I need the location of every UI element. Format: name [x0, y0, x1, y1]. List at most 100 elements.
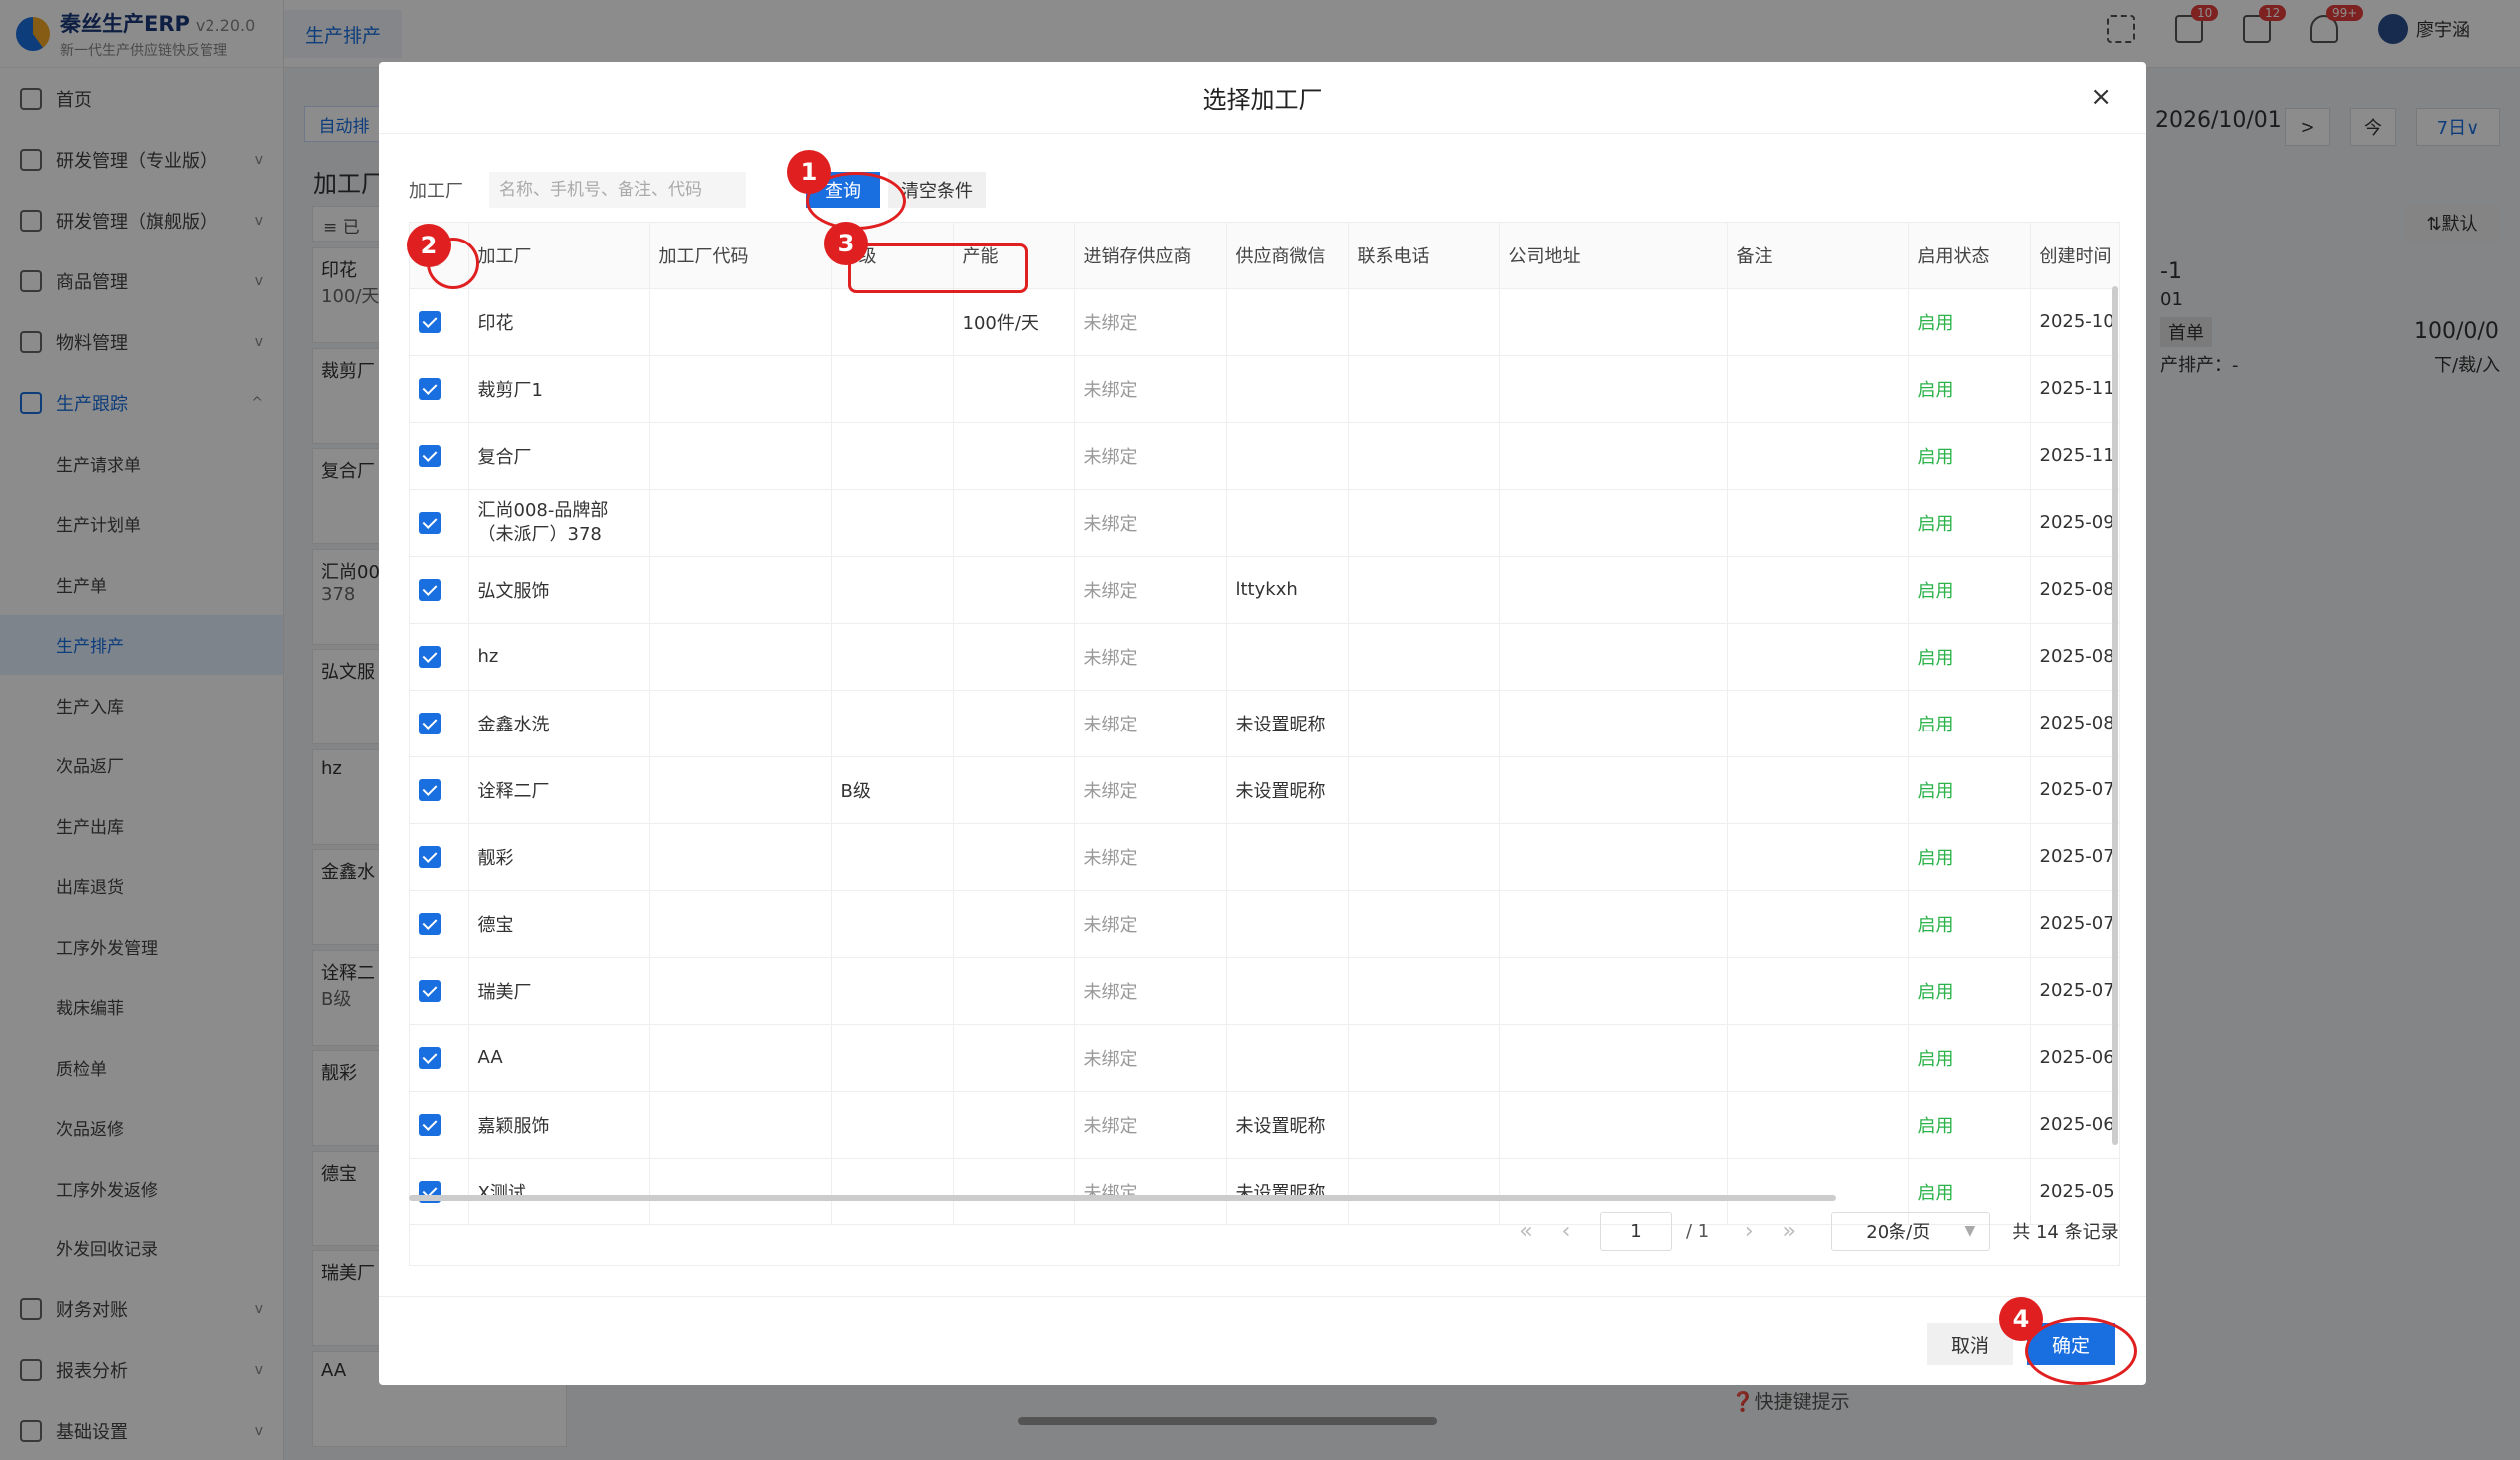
cell-name: 裁剪厂1 — [468, 355, 650, 423]
cell-created: 2025-09 — [2030, 489, 2119, 557]
row-checkbox-cell[interactable] — [410, 288, 469, 356]
factory-search-input[interactable] — [489, 172, 746, 208]
row-checkbox-cell[interactable] — [410, 623, 469, 691]
cell-level — [831, 1024, 954, 1092]
cell-note — [1727, 623, 1909, 691]
table-row[interactable]: 弘文服饰 未绑定 lttykxh 启用 2025-08 — [410, 556, 2119, 624]
table-row[interactable]: 印花 100件/天 未绑定 启用 2025-10 — [410, 288, 2119, 356]
factory-table: 加工厂加工厂代码等级产能进销存供应商供应商微信联系电话公司地址备注启用状态创建时… — [409, 222, 2120, 1266]
table-row[interactable]: 金鑫水洗 未绑定 未设置昵称 启用 2025-08 — [410, 690, 2119, 757]
cell-created: 2025-07 — [2030, 823, 2119, 891]
cell-level — [831, 690, 954, 757]
row-checkbox[interactable] — [419, 645, 441, 668]
cell-created: 2025-10 — [2030, 288, 2119, 356]
row-checkbox-cell[interactable] — [410, 690, 469, 757]
table-header: 加工厂加工厂代码等级产能进销存供应商供应商微信联系电话公司地址备注启用状态创建时… — [410, 223, 2119, 289]
table-row[interactable]: 诠释二厂 B级 未绑定 未设置昵称 启用 2025-07 — [410, 756, 2119, 824]
cell-code — [649, 957, 832, 1025]
cell-level — [831, 422, 954, 490]
cell-status: 启用 — [1908, 957, 2031, 1025]
cell-status: 启用 — [1908, 422, 2031, 490]
table-horizontal-scrollbar[interactable] — [409, 1195, 1836, 1201]
row-checkbox[interactable] — [419, 778, 441, 801]
table-row[interactable]: 瑞美厂 未绑定 启用 2025-07 — [410, 957, 2119, 1025]
cell-level — [831, 957, 954, 1025]
row-checkbox[interactable] — [419, 310, 441, 333]
row-checkbox[interactable] — [419, 578, 441, 601]
cell-code — [649, 355, 832, 423]
row-checkbox[interactable] — [419, 377, 441, 400]
cell-created: 2025-07 — [2030, 957, 2119, 1025]
cell-created: 2025-07 — [2030, 756, 2119, 824]
cell-note — [1727, 489, 1909, 557]
cell-code — [649, 890, 832, 958]
column-header: 加工厂 — [468, 223, 650, 289]
row-checkbox-cell[interactable] — [410, 489, 469, 557]
cell-status: 启用 — [1908, 690, 2031, 757]
row-checkbox[interactable] — [419, 1046, 441, 1069]
cell-address — [1499, 890, 1728, 958]
row-checkbox[interactable] — [419, 845, 441, 868]
table-row[interactable]: hz 未绑定 启用 2025-08 — [410, 623, 2119, 691]
cell-address — [1499, 623, 1728, 691]
row-checkbox[interactable] — [419, 712, 441, 734]
row-checkbox-cell[interactable] — [410, 355, 469, 423]
cell-code — [649, 823, 832, 891]
cell-code — [649, 690, 832, 757]
column-header: 进销存供应商 — [1074, 223, 1227, 289]
table-row[interactable]: AA 未绑定 启用 2025-06 — [410, 1024, 2119, 1092]
cell-status: 启用 — [1908, 623, 2031, 691]
row-checkbox[interactable] — [419, 1113, 441, 1136]
row-checkbox-cell[interactable] — [410, 756, 469, 824]
row-checkbox-cell[interactable] — [410, 890, 469, 958]
cell-phone — [1348, 1024, 1500, 1092]
cell-phone — [1348, 288, 1500, 356]
row-checkbox-cell[interactable] — [410, 422, 469, 490]
chevron-down-icon: ▼ — [1964, 1223, 1976, 1239]
annotation-marker-1: 1 — [787, 150, 831, 194]
table-row[interactable]: 裁剪厂1 未绑定 启用 2025-11 — [410, 355, 2119, 423]
table-row[interactable]: 汇尚008-品牌部（未派厂）378 未绑定 启用 2025-09 — [410, 489, 2119, 557]
table-vertical-scrollbar[interactable] — [2112, 286, 2118, 1145]
cell-created: 2025-06 — [2030, 1024, 2119, 1092]
cell-status: 启用 — [1908, 823, 2031, 891]
first-page-button[interactable]: « — [1506, 1219, 1546, 1244]
cell-capacity — [953, 1158, 1075, 1225]
page-size-select[interactable]: 20条/页 ▼ — [1831, 1212, 1991, 1251]
row-checkbox-cell[interactable] — [410, 1158, 469, 1225]
last-page-button[interactable]: » — [1769, 1219, 1809, 1244]
cell-phone — [1348, 556, 1500, 624]
prev-page-button[interactable]: ‹ — [1546, 1219, 1586, 1244]
row-checkbox-cell[interactable] — [410, 823, 469, 891]
table-row[interactable]: 德宝 未绑定 启用 2025-07 — [410, 890, 2119, 958]
cancel-button[interactable]: 取消 — [1927, 1323, 2013, 1365]
cell-phone — [1348, 1091, 1500, 1159]
cell-capacity — [953, 957, 1075, 1025]
table-row[interactable]: 复合厂 未绑定 启用 2025-11 — [410, 422, 2119, 490]
page-number-input[interactable]: 1 — [1600, 1212, 1672, 1251]
table-row[interactable]: 靓彩 未绑定 启用 2025-07 — [410, 823, 2119, 891]
row-checkbox[interactable] — [419, 444, 441, 467]
cell-capacity — [953, 355, 1075, 423]
row-checkbox-cell[interactable] — [410, 1024, 469, 1092]
row-checkbox-cell[interactable] — [410, 556, 469, 624]
cell-address — [1499, 489, 1728, 557]
cell-phone — [1348, 1158, 1500, 1225]
row-checkbox[interactable] — [419, 912, 441, 935]
cell-note — [1727, 957, 1909, 1025]
next-page-button[interactable]: › — [1729, 1219, 1769, 1244]
select-factory-dialog: 选择加工厂 × 加工厂 查询 清空条件 加工厂加工厂代码等级产能进销存供应商供应… — [379, 62, 2146, 1385]
cell-status: 启用 — [1908, 489, 2031, 557]
cell-wechat — [1226, 623, 1349, 691]
row-checkbox-cell[interactable] — [410, 957, 469, 1025]
cell-name: 汇尚008-品牌部（未派厂）378 — [468, 489, 650, 557]
cell-status: 启用 — [1908, 756, 2031, 824]
column-header: 联系电话 — [1348, 223, 1500, 289]
cell-wechat — [1226, 355, 1349, 423]
row-checkbox[interactable] — [419, 511, 441, 534]
row-checkbox-cell[interactable] — [410, 1091, 469, 1159]
table-row[interactable]: 嘉颖服饰 未绑定 未设置昵称 启用 2025-06 — [410, 1091, 2119, 1159]
close-icon[interactable]: × — [2090, 82, 2112, 112]
cell-capacity — [953, 1024, 1075, 1092]
row-checkbox[interactable] — [419, 979, 441, 1002]
